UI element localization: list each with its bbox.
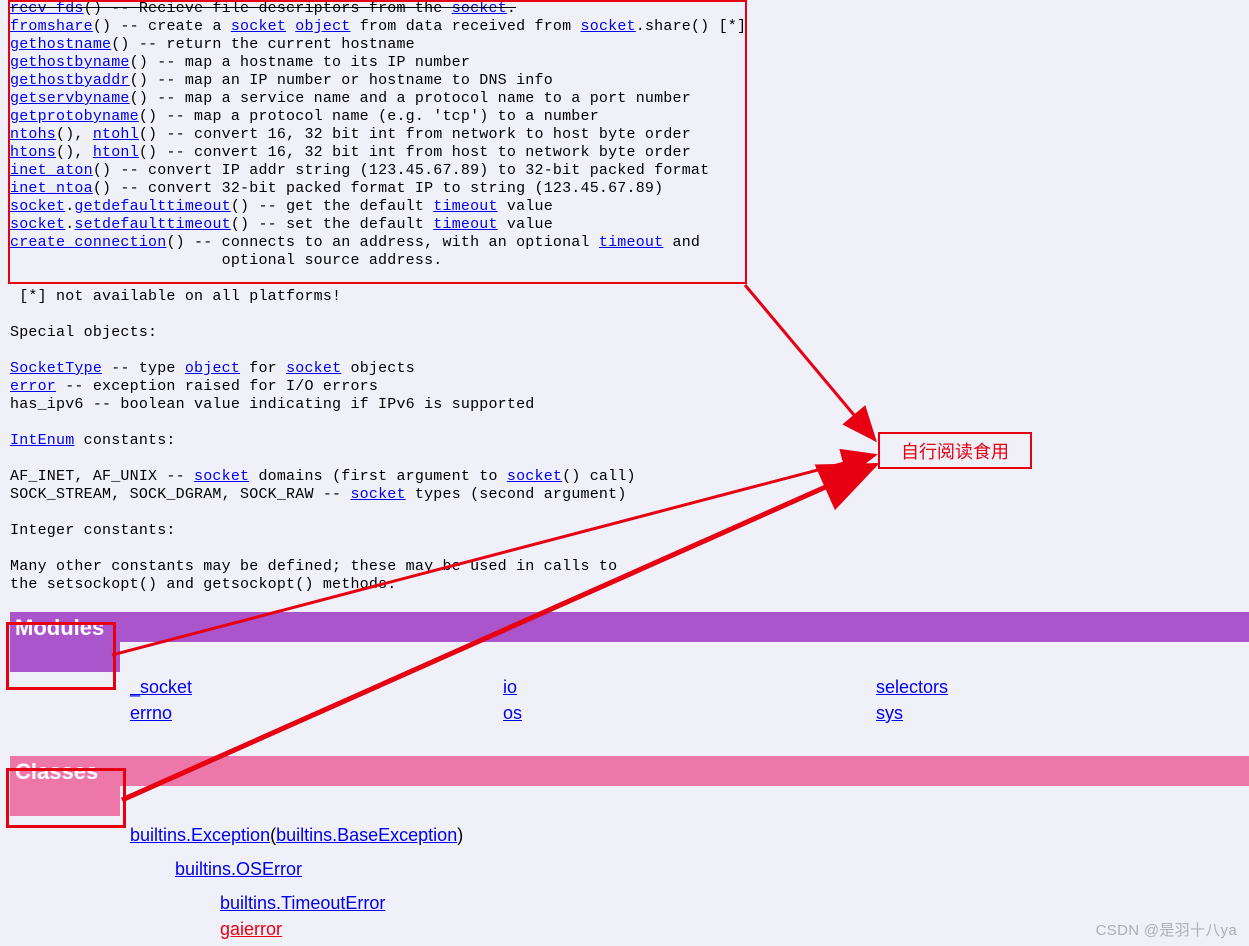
link-builtins-oserror[interactable]: builtins.OSError	[175, 859, 302, 879]
modules-list: _socket errno io os selectors sys	[0, 672, 1249, 756]
annotation-callout: 自行阅读食用	[878, 432, 1032, 469]
link-module-io[interactable]: io	[503, 677, 517, 697]
link-htonl[interactable]: htonl	[93, 144, 139, 161]
link-recv-fds[interactable]: recv_fds	[10, 0, 84, 17]
link-getprotobyname[interactable]: getprotobyname	[10, 108, 139, 125]
link-socket-9[interactable]: socket	[350, 486, 405, 503]
link-module-selectors[interactable]: selectors	[876, 677, 948, 697]
link-module-sys[interactable]: sys	[876, 703, 903, 723]
section-title-modules: Modules	[15, 615, 104, 641]
link-socket-7[interactable]: socket	[194, 468, 249, 485]
link-error[interactable]: error	[10, 378, 56, 395]
page-root: recv_fds() -- Recieve file descriptors f…	[0, 0, 1249, 946]
link-module-os[interactable]: os	[503, 703, 522, 723]
link-object-2[interactable]: object	[185, 360, 240, 377]
link-timeout-1[interactable]: timeout	[433, 198, 497, 215]
link-socket-8[interactable]: socket	[507, 468, 562, 485]
section-title-classes: Classes	[15, 759, 98, 785]
link-socket-1[interactable]: socket	[452, 0, 507, 17]
link-gethostbyaddr[interactable]: gethostbyaddr	[10, 72, 130, 89]
classes-list: builtins.Exception(builtins.BaseExceptio…	[0, 816, 1249, 946]
watermark: CSDN @是羽十八ya	[1096, 919, 1237, 940]
link-inet-aton[interactable]: inet_aton	[10, 162, 93, 179]
link-socket-2[interactable]: socket	[231, 18, 286, 35]
link-builtins-timeouterror[interactable]: builtins.TimeoutError	[220, 893, 385, 913]
link-ntohs[interactable]: ntohs	[10, 126, 56, 143]
link-socket-5[interactable]: socket	[10, 216, 65, 233]
link-socket-3[interactable]: socket	[581, 18, 636, 35]
link-builtins-exception[interactable]: builtins.Exception	[130, 825, 270, 845]
link-ntohl[interactable]: ntohl	[93, 126, 139, 143]
link-object-1[interactable]: object	[295, 18, 350, 35]
link-inet-ntoa[interactable]: inet_ntoa	[10, 180, 93, 197]
link-builtins-baseexception[interactable]: builtins.BaseException	[276, 825, 457, 845]
link-create-connection[interactable]: create_connection	[10, 234, 166, 251]
link-timeout-2[interactable]: timeout	[433, 216, 497, 233]
help-text-block: recv_fds() -- Recieve file descriptors f…	[0, 0, 1249, 594]
link-intenum[interactable]: IntEnum	[10, 432, 74, 449]
link-gethostname[interactable]: gethostname	[10, 36, 111, 53]
link-module-errno[interactable]: errno	[130, 703, 172, 723]
link-getservbyname[interactable]: getservbyname	[10, 90, 130, 107]
section-header-modules: Modules	[0, 612, 1249, 672]
section-header-classes: Classes	[0, 756, 1249, 816]
link-getdefaulttimeout[interactable]: getdefaulttimeout	[74, 198, 230, 215]
link-fromshare[interactable]: fromshare	[10, 18, 93, 35]
link-htons[interactable]: htons	[10, 144, 56, 161]
link-socket-4[interactable]: socket	[10, 198, 65, 215]
link-sockettype[interactable]: SocketType	[10, 360, 102, 377]
link-setdefaulttimeout[interactable]: setdefaulttimeout	[74, 216, 230, 233]
link-module-socket[interactable]: _socket	[130, 677, 192, 697]
link-gethostbyname[interactable]: gethostbyname	[10, 54, 130, 71]
link-gaierror[interactable]: gaierror	[220, 919, 282, 939]
link-timeout-3[interactable]: timeout	[599, 234, 663, 251]
link-socket-6[interactable]: socket	[286, 360, 341, 377]
